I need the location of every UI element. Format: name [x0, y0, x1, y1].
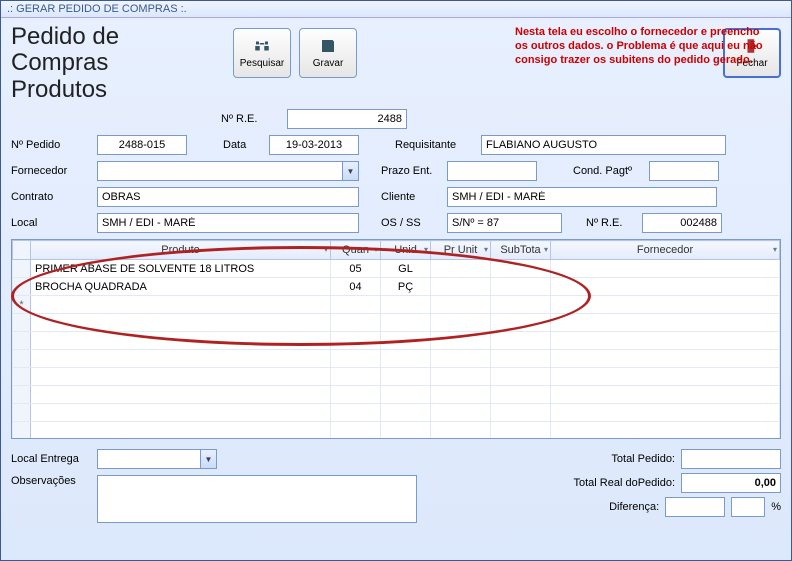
cell-unid[interactable]: PÇ — [381, 278, 431, 296]
requisitante-input[interactable] — [481, 135, 726, 155]
cell-prunit[interactable] — [431, 260, 491, 278]
gravar-label: Gravar — [313, 58, 344, 69]
fornecedor-label: Fornecedor — [11, 165, 91, 177]
col-produto[interactable]: Produto▾ — [31, 241, 331, 260]
gravar-button[interactable]: Gravar — [299, 28, 357, 78]
chevron-down-icon[interactable]: ▾ — [374, 245, 378, 254]
table-empty-row — [13, 404, 780, 422]
table-new-row[interactable]: * — [13, 296, 780, 314]
cond-pag-input[interactable] — [649, 161, 719, 181]
contrato-input[interactable] — [97, 187, 359, 207]
cell-fornecedor[interactable] — [551, 260, 780, 278]
page-title: Pedido de Compras Produtos — [11, 24, 221, 103]
col-unid[interactable]: Unid▾ — [381, 241, 431, 260]
cond-pag-label: Cond. Pagtº — [573, 165, 643, 177]
data-label: Data — [223, 139, 263, 151]
requisitante-label: Requisitante — [395, 139, 475, 151]
n-re-label: Nº R.E. — [221, 113, 281, 125]
local-entrega-label: Local Entrega — [11, 453, 91, 465]
chevron-down-icon[interactable]: ▼ — [200, 450, 216, 468]
pct-symbol: % — [771, 501, 781, 513]
cell-unid[interactable]: GL — [381, 260, 431, 278]
n-pedido-input[interactable] — [97, 135, 187, 155]
n-re2-label: Nº R.E. — [586, 217, 636, 229]
cliente-input[interactable] — [447, 187, 717, 207]
cell-quant[interactable]: 05 — [331, 260, 381, 278]
diferenca-pct-input[interactable] — [731, 497, 765, 517]
total-real-input[interactable] — [681, 473, 781, 493]
col-prunit[interactable]: Pr Unit▾ — [431, 241, 491, 260]
titlebar: .: GERAR PEDIDO DE COMPRAS :. — [1, 1, 791, 18]
heading-line1: Pedido de Compras — [11, 24, 221, 77]
table-empty-row — [13, 314, 780, 332]
table-empty-row — [13, 332, 780, 350]
cliente-label: Cliente — [381, 191, 441, 203]
table-empty-row — [13, 350, 780, 368]
fornecedor-combo[interactable] — [97, 161, 359, 181]
observacoes-label: Observações — [11, 475, 91, 487]
chevron-down-icon[interactable]: ▾ — [484, 245, 488, 254]
os-ss-input[interactable] — [447, 213, 562, 233]
pesquisar-button[interactable]: Pesquisar — [233, 28, 291, 78]
diferenca-input[interactable] — [665, 497, 725, 517]
table-row[interactable]: PRIMER ABASE DE SOLVENTE 18 LITROS05GL — [13, 260, 780, 278]
total-pedido-input[interactable] — [681, 449, 781, 469]
chevron-down-icon[interactable]: ▾ — [324, 245, 328, 254]
content-area: Pedido de Compras Produtos Pesquisar Gra… — [1, 18, 791, 560]
total-real-label: Total Real doPedido: — [573, 477, 675, 489]
prazo-input[interactable] — [447, 161, 537, 181]
col-fornecedor[interactable]: Fornecedor▾ — [551, 241, 780, 260]
row-selector[interactable] — [13, 278, 31, 296]
n-re-input[interactable] — [287, 109, 407, 129]
local-entrega-combo[interactable] — [97, 449, 217, 469]
cell-produto[interactable]: PRIMER ABASE DE SOLVENTE 18 LITROS — [31, 260, 331, 278]
cell-subtotal[interactable] — [491, 260, 551, 278]
save-icon — [318, 37, 338, 55]
heading-line2: Produtos — [11, 77, 221, 103]
col-quant[interactable]: Quan▾ — [331, 241, 381, 260]
cell-fornecedor[interactable] — [551, 278, 780, 296]
chevron-down-icon[interactable]: ▼ — [342, 162, 358, 180]
observacoes-input[interactable] — [97, 475, 417, 523]
chevron-down-icon[interactable]: ▾ — [773, 245, 777, 254]
contrato-label: Contrato — [11, 191, 91, 203]
os-ss-label: OS / SS — [381, 217, 441, 229]
local-input[interactable] — [97, 213, 359, 233]
row-selector[interactable] — [13, 260, 31, 278]
col-subtotal[interactable]: SubTota▾ — [491, 241, 551, 260]
n-pedido-label: Nº Pedido — [11, 139, 91, 151]
chevron-down-icon[interactable]: ▾ — [544, 245, 548, 254]
binoculars-icon — [252, 37, 272, 55]
total-pedido-label: Total Pedido: — [611, 453, 675, 465]
diferenca-label: Diferença: — [609, 501, 659, 513]
table-row[interactable]: BROCHA QUADRADA04PÇ — [13, 278, 780, 296]
cell-subtotal[interactable] — [491, 278, 551, 296]
local-label: Local — [11, 217, 91, 229]
table-empty-row — [13, 386, 780, 404]
cell-prunit[interactable] — [431, 278, 491, 296]
cell-quant[interactable]: 04 — [331, 278, 381, 296]
new-row-icon: * — [13, 296, 31, 314]
cell-produto[interactable]: BROCHA QUADRADA — [31, 278, 331, 296]
data-input[interactable] — [269, 135, 359, 155]
grid-rowheader — [13, 241, 31, 260]
items-grid[interactable]: Produto▾ Quan▾ Unid▾ Pr Unit▾ SubTota▾ F… — [11, 239, 781, 439]
window-frame: .: GERAR PEDIDO DE COMPRAS :. Pedido de … — [0, 0, 792, 561]
table-empty-row — [13, 368, 780, 386]
annotation-text: Nesta tela eu escolho o fornecedor e pre… — [515, 26, 775, 67]
prazo-label: Prazo Ent. — [381, 165, 441, 177]
table-empty-row — [13, 422, 780, 440]
n-re2-input[interactable] — [642, 213, 722, 233]
pesquisar-label: Pesquisar — [240, 58, 284, 69]
chevron-down-icon[interactable]: ▾ — [424, 245, 428, 254]
